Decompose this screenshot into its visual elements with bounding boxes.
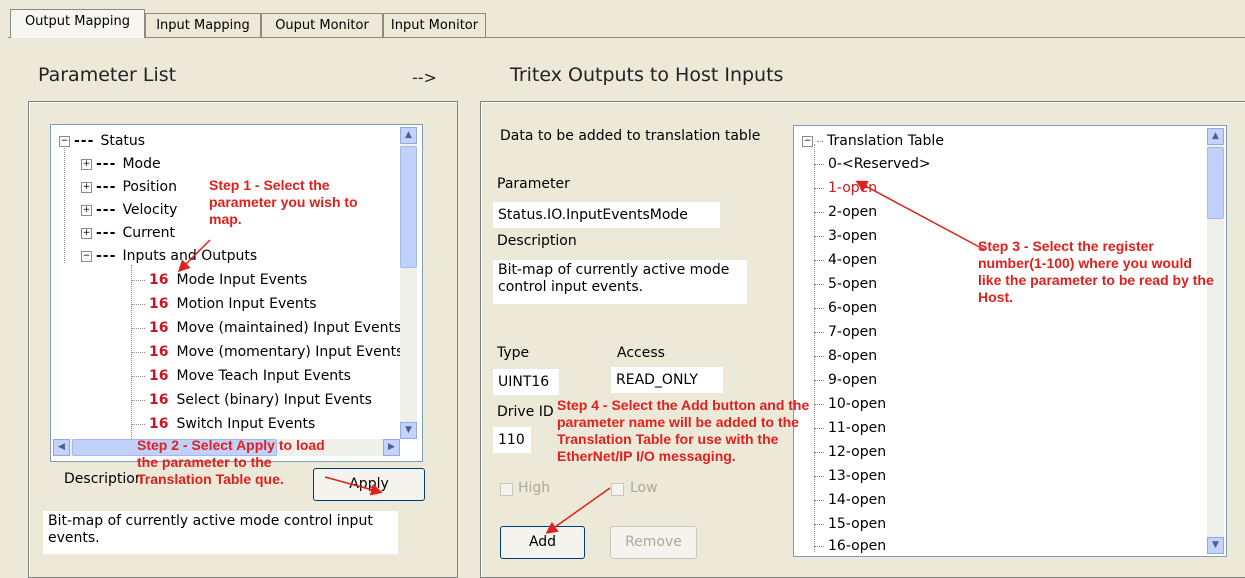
step2-note: Step 2 - Select Apply to load the parame… <box>137 437 325 487</box>
step3-arrow <box>855 180 986 251</box>
step3-note: Step 3 - Select the register number(1-10… <box>978 238 1214 305</box>
tab-output-mapping[interactable]: Output Mapping <box>10 9 145 38</box>
step4-arrow <box>545 487 611 534</box>
step4-note: Step 4 - Select the Add button and the p… <box>557 397 810 464</box>
step1-arrow <box>177 239 211 273</box>
step1-note: Step 1 - Select the parameter you wish t… <box>209 177 358 227</box>
